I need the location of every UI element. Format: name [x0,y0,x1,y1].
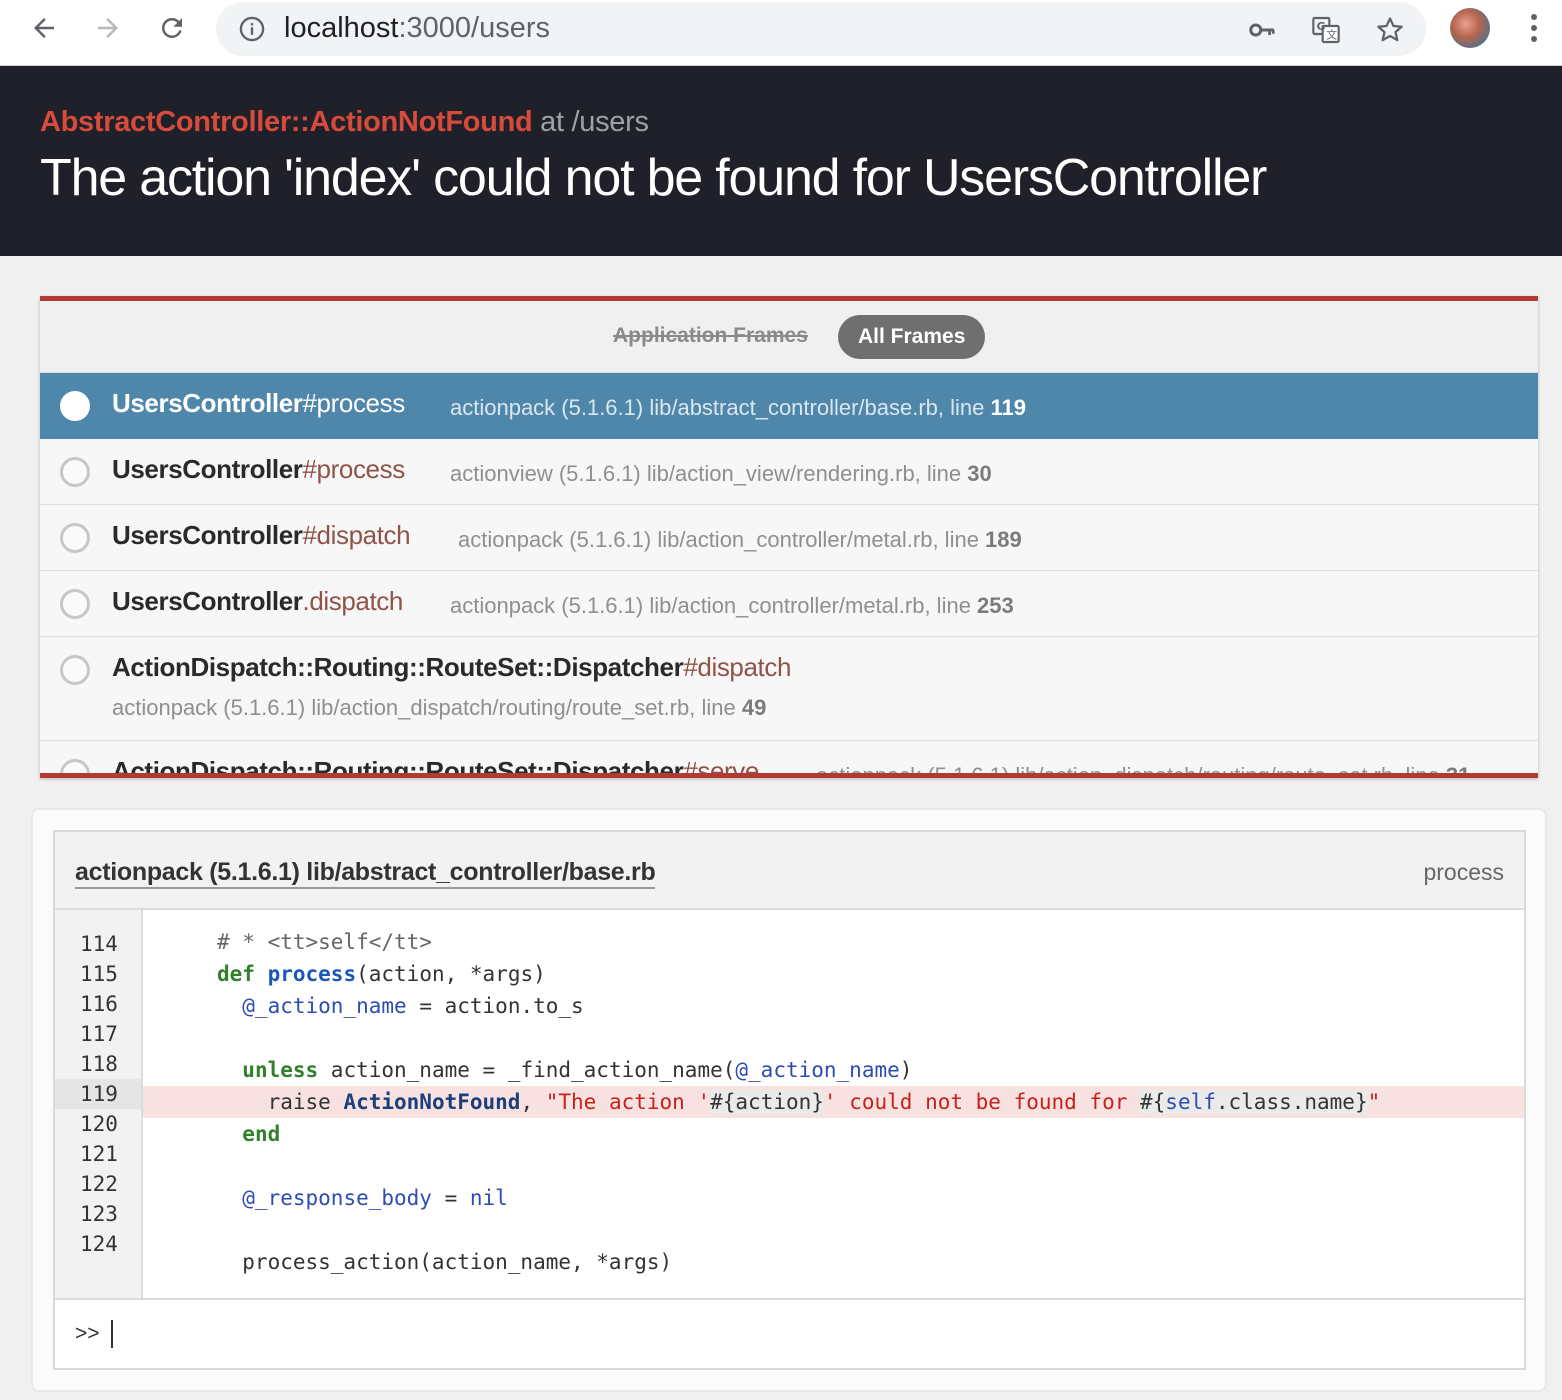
line-number: 117 [80,1022,118,1046]
line-number: 124 [80,1232,118,1256]
frame-row[interactable]: ActionDispatch::Routing::RouteSet::Dispa… [40,637,1538,741]
frame-location: actionpack (5.1.6.1) lib/action_controll… [450,593,1014,618]
line-number: 118 [80,1052,118,1076]
error-message: The action 'index' could not be found fo… [40,149,1267,207]
frame-radio[interactable] [60,523,90,553]
forward-button[interactable] [88,8,128,48]
address-bar[interactable]: localhost:3000/users G文 [216,2,1426,56]
error-location: at /users [532,106,649,138]
text-caret [111,1320,113,1348]
line-number: 114 [80,932,118,956]
reload-button[interactable] [152,8,192,48]
line-number-highlighted: 119 [55,1079,141,1109]
source-panel: actionpack (5.1.6.1) lib/abstract_contro… [33,810,1545,1390]
source-file-link[interactable]: actionpack (5.1.6.1) lib/abstract_contro… [75,857,656,889]
frame-location: actionpack (5.1.6.1) lib/abstract_contro… [450,395,1027,420]
url-text[interactable]: localhost:3000/users [284,12,550,45]
info-icon[interactable] [236,13,268,45]
source-header: actionpack (5.1.6.1) lib/abstract_contro… [55,832,1524,910]
bookmark-star-icon[interactable] [1372,12,1408,48]
line-number: 123 [80,1202,118,1226]
browser-menu-icon[interactable] [1516,10,1552,46]
code-line-highlighted: raise ActionNotFound, "The action '#{act… [143,1086,1524,1118]
line-number: 116 [80,992,118,1016]
frame-radio[interactable] [60,457,90,487]
error-header: AbstractController::ActionNotFound at /u… [0,66,1562,256]
profile-avatar[interactable] [1450,8,1490,48]
line-number: 115 [80,962,118,986]
all-frames-filter[interactable]: All Frames [838,315,986,359]
application-frames-filter[interactable]: Application Frames [613,324,808,348]
browser-toolbar: localhost:3000/users G文 [0,0,1562,66]
frame-location: actionpack (5.1.6.1) lib/action_dispatch… [816,763,1471,778]
code-line: process_action(action_name, *args) [217,1250,673,1274]
code-line: unless action_name = _find_action_name(@… [242,1058,913,1082]
code-line: @_response_body = nil [242,1186,508,1210]
frame-row[interactable]: UsersController#dispatch actionpack (5.1… [40,505,1538,571]
code-listing: # * <tt>self</tt> def process(action, *a… [143,910,1524,1298]
svg-text:文: 文 [1326,29,1337,42]
key-icon[interactable] [1244,12,1280,48]
frame-location: actionview (5.1.6.1) lib/action_view/ren… [450,461,992,486]
frame-name: ActionDispatch::Routing::RouteSet::Dispa… [112,756,759,778]
console-input[interactable]: >> [55,1298,1524,1368]
arrow-right-icon [98,18,118,38]
line-number: 120 [80,1112,118,1136]
frame-name: ActionDispatch::Routing::RouteSet::Dispa… [112,652,792,682]
frame-radio[interactable] [60,589,90,619]
back-button[interactable] [24,8,64,48]
line-number: 121 [80,1142,118,1166]
url-host: localhost [284,12,399,44]
frame-location: actionpack (5.1.6.1) lib/action_dispatch… [112,695,767,720]
source-viewer: actionpack (5.1.6.1) lib/abstract_contro… [53,830,1526,1370]
frame-name: UsersController#process [112,388,405,418]
frame-location: actionpack (5.1.6.1) lib/action_controll… [458,527,1022,552]
source-method-name: process [1423,859,1504,885]
translate-icon[interactable]: G文 [1308,12,1344,48]
frame-row[interactable]: UsersController#process actionpack (5.1.… [40,373,1538,439]
frames-filter-bar: Application Frames All Frames [40,301,1538,373]
frame-name: UsersController#process [112,454,405,484]
line-number: 122 [80,1172,118,1196]
frame-radio[interactable] [60,391,90,421]
frame-radio[interactable] [60,759,90,773]
arrow-left-icon [34,18,54,38]
console-prompt: >> [75,1322,100,1345]
error-subtitle: AbstractController::ActionNotFound at /u… [40,106,649,139]
frame-name: UsersController#dispatch [112,520,411,550]
code-line: # * <tt>self</tt> [217,930,432,954]
frame-row[interactable]: UsersController.dispatch actionpack (5.1… [40,571,1538,637]
frame-radio[interactable] [60,655,90,685]
frame-name: UsersController.dispatch [112,586,403,616]
exception-class: AbstractController::ActionNotFound [40,106,533,138]
frames-panel: Application Frames All Frames UsersContr… [40,296,1538,778]
code-line: @_action_name = action.to_s [242,994,584,1018]
svg-text:G: G [1317,20,1326,33]
url-path: :3000/users [398,12,551,44]
reload-icon [161,17,182,38]
line-number-gutter: 114 115 116 117 118 119 120 121 122 123 … [55,910,143,1298]
frame-row[interactable]: ActionDispatch::Routing::RouteSet::Dispa… [40,741,1538,778]
frame-row[interactable]: UsersController#process actionview (5.1.… [40,439,1538,505]
code-line: end [242,1122,281,1146]
code-line: def process(action, *args) [217,962,546,986]
